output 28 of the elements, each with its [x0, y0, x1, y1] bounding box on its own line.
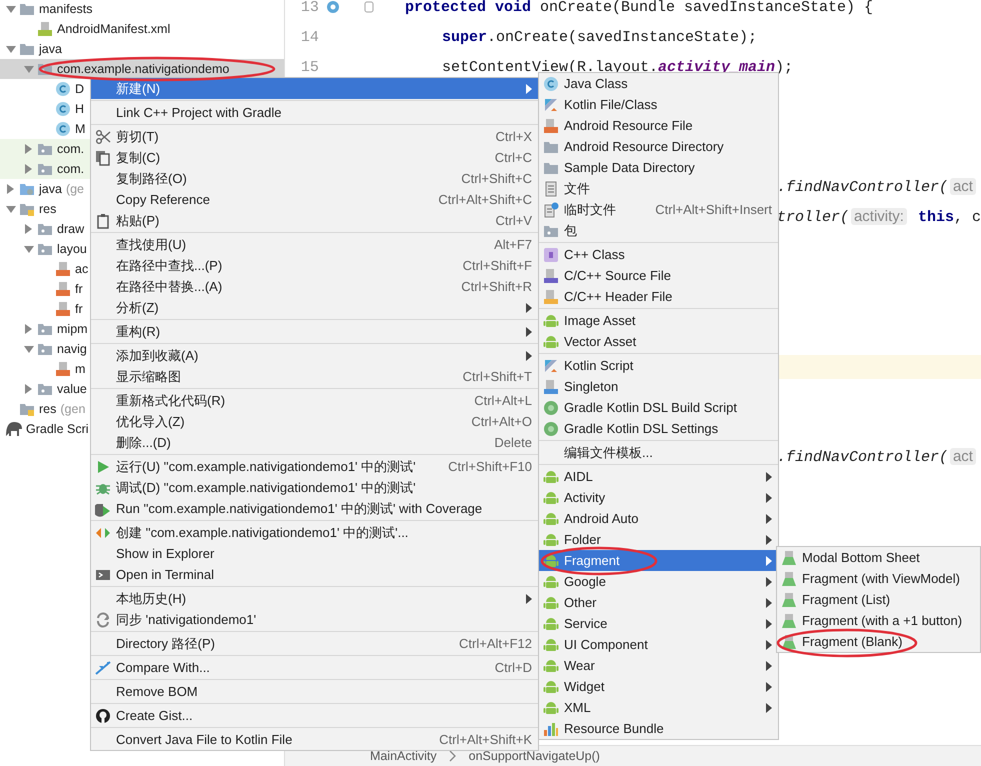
shortcut-label: Ctrl+Shift+T	[462, 369, 532, 384]
code-line: setContentView(R.layout.activity_main);	[440, 58, 794, 76]
shortcut-label: Ctrl+V	[496, 213, 532, 228]
shortcut-label: Ctrl+X	[496, 129, 532, 144]
shortcut-label: Ctrl+Shift+F10	[448, 459, 532, 474]
code-line: .findNavController( act	[776, 179, 978, 196]
tree-item-note: (ge	[66, 182, 84, 196]
code-line: protected void onCreate(Bundle savedInstanceState) {	[404, 0, 874, 16]
shortcut-label: Ctrl+Alt+Shift+K	[439, 732, 532, 747]
code-line: super.onCreate(savedInstanceState);	[440, 28, 757, 46]
tree-item-note: (gen	[60, 402, 86, 416]
shortcut-label: Ctrl+Alt+L	[474, 393, 532, 408]
line-number: 13	[300, 0, 319, 16]
line-number: 14	[300, 28, 319, 46]
shortcut-label: Ctrl+Shift+R	[461, 279, 532, 294]
shortcut-label: Ctrl+Alt+Shift+C	[438, 192, 532, 207]
shortcut-label: Ctrl+D	[494, 660, 532, 675]
shortcut-label: Ctrl+C	[494, 150, 532, 165]
code-line: .findNavController( act	[776, 449, 978, 466]
shortcut-label: Ctrl+Shift+C	[461, 171, 532, 186]
code-line: troller( activity: this, c	[776, 209, 981, 226]
line-number: 15	[300, 58, 319, 76]
shortcut-label: Ctrl+Shift+F	[462, 258, 532, 273]
shortcut-label: Ctrl+Alt+F12	[459, 636, 532, 651]
shortcut-label: Alt+F7	[494, 237, 532, 252]
shortcut-label: Ctrl+Alt+O	[471, 414, 532, 429]
shortcut-label: Delete	[494, 435, 532, 450]
shortcut-label: Ctrl+Alt+Shift+Insert	[655, 202, 772, 217]
